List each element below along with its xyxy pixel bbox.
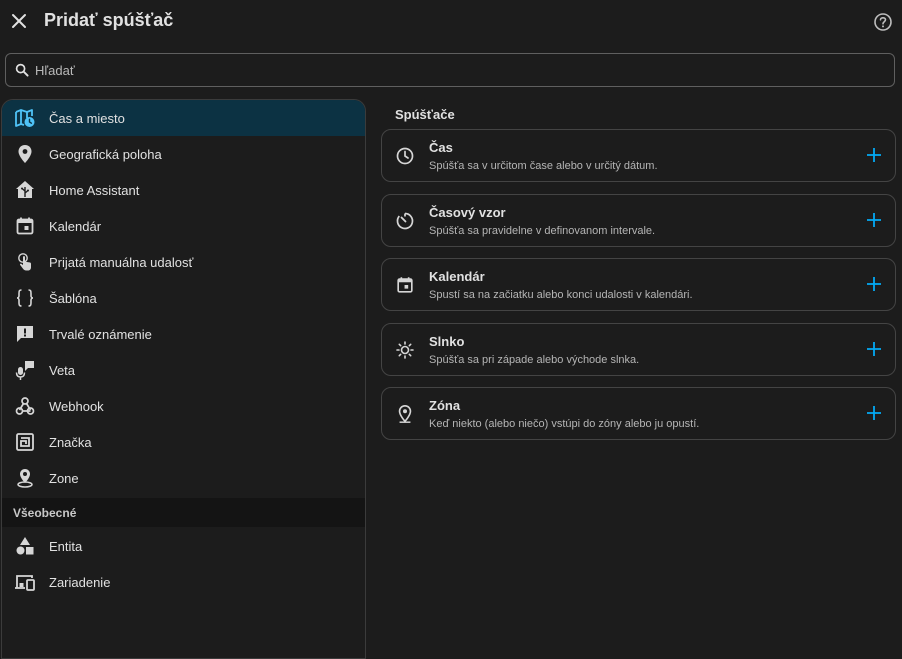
message-alert-icon [14,323,36,345]
map-marker-radius-icon [14,467,36,489]
category-znacka[interactable]: Značka [2,424,365,460]
category-kalendar[interactable]: Kalendár [2,208,365,244]
category-label: Značka [49,434,92,450]
add-trigger-button[interactable] [865,211,883,229]
trigger-card-slnko[interactable]: Slnko Spúšťa sa pri západe alebo východe… [381,323,896,376]
category-manualna-udalost[interactable]: Prijatá manuálna udalosť [2,244,365,280]
trigger-card-kalendar[interactable]: Kalendár Spustí sa na začiatku alebo kon… [381,258,896,311]
category-entita[interactable]: Entita [2,528,365,564]
trigger-title: Slnko [429,334,465,349]
plus-icon [867,406,881,420]
category-label: Zariadenie [49,574,111,590]
trigger-card-cas[interactable]: Čas Spúšťa sa v určitom čase alebo v urč… [381,129,896,182]
triggers-heading: Spúšťače [395,107,455,122]
category-label: Zone [49,470,79,486]
trigger-description: Spúšťa sa v určitom čase alebo v určitý … [429,160,658,172]
category-home-assistant[interactable]: Home Assistant [2,172,365,208]
help-circle-icon [874,13,892,31]
category-veta[interactable]: Veta [2,352,365,388]
close-icon [12,14,26,28]
add-trigger-button[interactable] [865,275,883,293]
map-marker-icon [394,403,416,425]
category-label: Čas a miesto [49,110,125,126]
map-clock-icon [14,107,36,129]
trigger-card-casovy-vzor[interactable]: Časový vzor Spúšťa sa pravidelne v defin… [381,194,896,247]
add-trigger-button[interactable] [865,340,883,358]
trigger-title: Kalendár [429,269,485,284]
close-button[interactable] [8,10,30,32]
search-input[interactable] [33,61,857,79]
plus-icon [867,342,881,356]
section-header-vseobecne: Všeobecné [2,498,365,527]
trigger-description: Keď niekto (alebo niečo) vstúpi do zóny … [429,418,700,430]
category-trvale-oznamenie[interactable]: Trvalé oznámenie [2,316,365,352]
category-zariadenie[interactable]: Zariadenie [2,564,365,600]
category-label: Šablóna [49,290,97,306]
shape-icon [14,535,36,557]
sun-icon [394,339,416,361]
search-icon [15,63,29,77]
trigger-title: Čas [429,140,453,155]
nfc-tag-icon [14,431,36,453]
trigger-description: Spúšťa sa pravidelne v definovanom inter… [429,225,656,237]
category-label: Prijatá manuálna udalosť [49,254,194,270]
category-geograficka-poloha[interactable]: Geografická poloha [2,136,365,172]
category-label: Kalendár [49,218,102,234]
calendar-icon [394,274,416,296]
plus-icon [867,213,881,227]
category-label: Veta [49,362,76,378]
category-webhook[interactable]: Webhook [2,388,365,424]
category-zone[interactable]: Zone [2,460,365,496]
map-marker-icon [14,143,36,165]
devices-icon [14,571,36,593]
trigger-description: Spustí sa na začiatku alebo konci udalos… [429,289,693,301]
trigger-title: Časový vzor [429,205,506,220]
calendar-icon [14,215,36,237]
help-button[interactable] [872,11,894,33]
trigger-title: Zóna [429,398,461,413]
category-list: Čas a miesto Geografická poloha Home Ass… [1,99,366,659]
add-trigger-button[interactable] [865,146,883,164]
search-field[interactable] [5,53,895,87]
category-label: Geografická poloha [49,146,162,162]
category-sablona[interactable]: Šablóna [2,280,365,316]
category-cas-a-miesto[interactable]: Čas a miesto [2,100,365,136]
category-label: Entita [49,538,83,554]
category-label: Home Assistant [49,182,140,198]
clock-icon [394,145,416,167]
trigger-card-zona[interactable]: Zóna Keď niekto (alebo niečo) vstúpi do … [381,387,896,440]
dialog-title: Pridať spúšťač [44,10,174,30]
trigger-description: Spúšťa sa pri západe alebo východe slnka… [429,354,640,366]
category-label: Webhook [49,398,104,414]
webhook-icon [14,395,36,417]
timer-outline-icon [394,210,416,232]
microphone-message-icon [14,359,36,381]
home-assistant-icon [14,179,36,201]
code-braces-icon [14,287,36,309]
plus-icon [867,148,881,162]
plus-icon [867,277,881,291]
dialog-header: Pridať spúšťač [0,0,902,44]
category-label: Trvalé oznámenie [49,326,152,342]
gesture-tap-icon [14,251,36,273]
add-trigger-button[interactable] [865,404,883,422]
